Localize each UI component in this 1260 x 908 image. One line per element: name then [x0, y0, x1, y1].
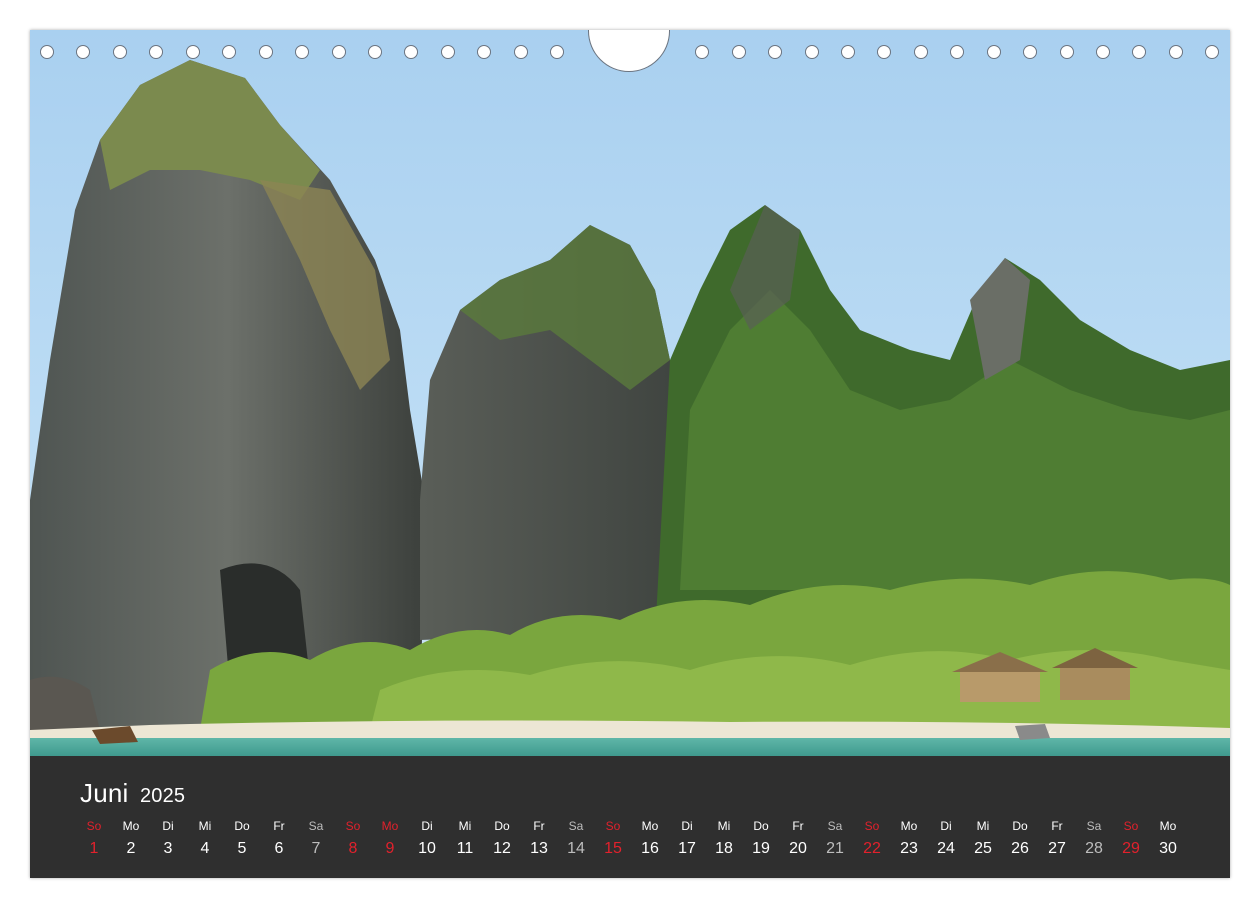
- binding-hole: [76, 45, 90, 59]
- day-number: 27: [1048, 840, 1066, 857]
- day-number: 10: [418, 840, 436, 857]
- binding-hole: [441, 45, 455, 59]
- weekday-label: Di: [940, 819, 952, 833]
- day-number: 29: [1122, 840, 1140, 857]
- day-number: 26: [1011, 840, 1029, 857]
- month-name: Juni: [80, 778, 129, 808]
- weekday-label: Mi: [458, 819, 472, 833]
- weekday-label: Sa: [1086, 819, 1102, 833]
- day-number: 7: [311, 840, 321, 857]
- binding-hole: [1169, 45, 1183, 59]
- binding-hole: [1060, 45, 1074, 59]
- month-year: 2025: [139, 785, 186, 807]
- binding-hole: [514, 45, 528, 59]
- weekday-label: Fr: [1051, 819, 1063, 833]
- binding-hole: [149, 45, 163, 59]
- weekday-label: Fr: [533, 819, 545, 833]
- binding-hole: [1132, 45, 1146, 59]
- day-number: 22: [863, 840, 881, 857]
- weekday-label: So: [1123, 819, 1139, 833]
- day-number: 20: [789, 840, 807, 857]
- weekday-label: Mi: [976, 819, 990, 833]
- calendar-page: Juni 2025 So 1 Mo 2 Di 3 Mi 4 Do 5 Fr 6 Sa 7 So 8 Mo 9 Di 1…: [30, 30, 1230, 878]
- weekday-label: So: [864, 819, 880, 833]
- binding-hole: [332, 45, 346, 59]
- binding-hole: [550, 45, 564, 59]
- binding-hole: [805, 45, 819, 59]
- day-number: 13: [530, 840, 548, 857]
- day-number: 14: [567, 840, 585, 857]
- weekday-label: Mi: [717, 819, 731, 833]
- binding-hole: [404, 45, 418, 59]
- calendar-strip: Juni 2025 So 1 Mo 2 Di 3 Mi 4 Do 5 Fr 6 Sa 7 So 8 Mo 9 Di 1…: [30, 756, 1230, 878]
- karst-beach-illustration: [30, 60, 1230, 756]
- binding-hole: [1096, 45, 1110, 59]
- day-number: 30: [1159, 840, 1177, 857]
- binding-hole: [368, 45, 382, 59]
- day-number: 17: [678, 840, 696, 857]
- day-number: 2: [126, 840, 136, 857]
- day-number: 28: [1085, 840, 1103, 857]
- binding-hole: [695, 45, 709, 59]
- day-number: 1: [89, 840, 99, 857]
- binding-hole: [841, 45, 855, 59]
- day-number: 3: [163, 840, 173, 857]
- day-number: 19: [752, 840, 770, 857]
- month-title: Juni 2025: [80, 778, 185, 809]
- weekday-label: So: [86, 819, 102, 833]
- day-number: 21: [826, 840, 844, 857]
- binding-hole: [222, 45, 236, 59]
- binding-hole: [768, 45, 782, 59]
- day-number: 11: [456, 840, 474, 857]
- weekday-label: Mo: [900, 819, 918, 833]
- weekday-label: Mo: [641, 819, 659, 833]
- day-number: 4: [200, 840, 210, 857]
- weekday-label: So: [605, 819, 621, 833]
- weekday-label: Sa: [568, 819, 584, 833]
- day-number: 8: [348, 840, 358, 857]
- binding-hole: [987, 45, 1001, 59]
- binding-hole: [295, 45, 309, 59]
- day-number: 5: [237, 840, 247, 857]
- weekday-label: So: [345, 819, 361, 833]
- weekday-label: Mi: [198, 819, 212, 833]
- day-number: 6: [274, 840, 284, 857]
- day-number: 12: [493, 840, 511, 857]
- weekday-label: Mo: [122, 819, 140, 833]
- weekday-label: Do: [1012, 819, 1028, 833]
- binding-hole: [877, 45, 891, 59]
- binding-hole: [477, 45, 491, 59]
- weekday-label: Mo: [1159, 819, 1177, 833]
- weekday-label: Di: [421, 819, 433, 833]
- day-number: 18: [715, 840, 733, 857]
- weekday-label: Do: [494, 819, 510, 833]
- day-number: 15: [604, 840, 622, 857]
- landscape-photo: [30, 30, 1230, 756]
- binding-hole: [732, 45, 746, 59]
- binding-hole: [914, 45, 928, 59]
- weekday-label: Do: [234, 819, 250, 833]
- weekday-label: Di: [681, 819, 693, 833]
- day-number: 24: [937, 840, 955, 857]
- weekday-label: Fr: [273, 819, 285, 833]
- day-number: 9: [385, 840, 395, 857]
- binding-hole: [1023, 45, 1037, 59]
- weekday-label: Sa: [308, 819, 324, 833]
- weekday-label: Do: [753, 819, 769, 833]
- day-number: 23: [900, 840, 918, 857]
- binding-hole: [1205, 45, 1219, 59]
- weekday-label: Di: [162, 819, 174, 833]
- binding-hole: [950, 45, 964, 59]
- weekday-label: Sa: [827, 819, 843, 833]
- day-number: 25: [974, 840, 992, 857]
- binding-hole: [186, 45, 200, 59]
- binding-hole: [40, 45, 54, 59]
- weekday-label: Fr: [792, 819, 804, 833]
- day-number: 16: [641, 840, 659, 857]
- binding-hole: [113, 45, 127, 59]
- binding-hole: [259, 45, 273, 59]
- weekday-label: Mo: [381, 819, 399, 833]
